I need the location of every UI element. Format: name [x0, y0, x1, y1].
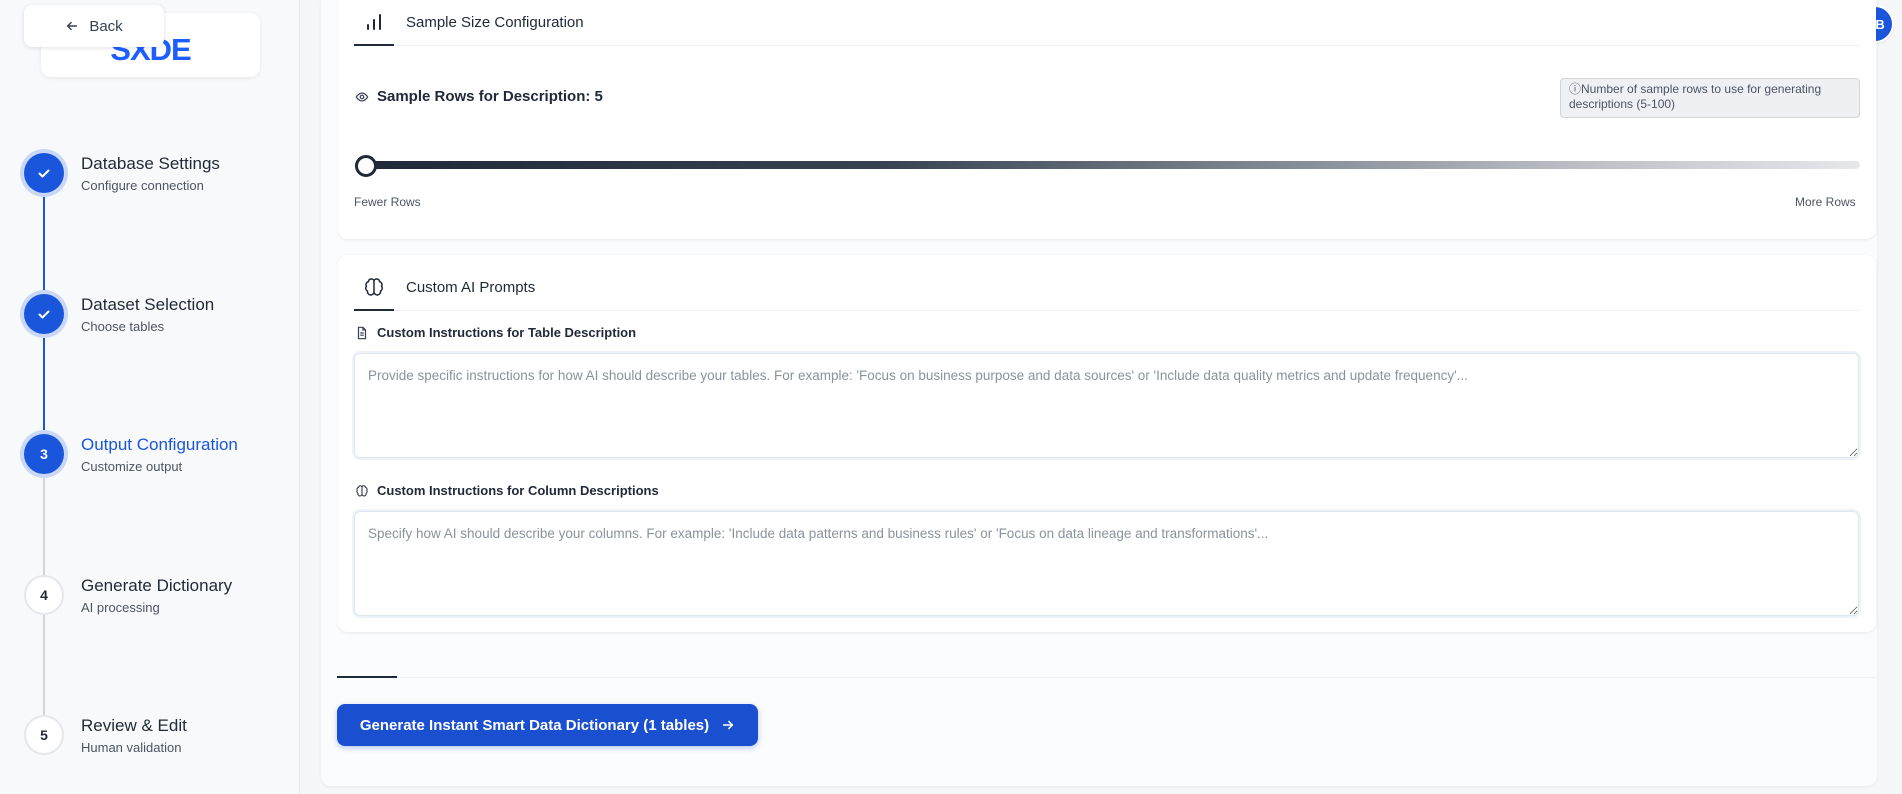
step-connector	[43, 475, 45, 575]
column-instructions-label: Custom Instructions for Column Descripti…	[377, 483, 659, 498]
hint-text: Number of sample rows to use for generat…	[1569, 82, 1822, 111]
card-title: Custom AI Prompts	[406, 279, 536, 296]
step-circle: 4	[24, 575, 64, 615]
sample-rows-label-row: Sample Rows for Description: 5	[355, 88, 603, 105]
sample-rows-slider-track[interactable]	[355, 161, 1860, 169]
step-generate-dictionary[interactable]: 4 Generate Dictionary AI processing	[24, 575, 232, 615]
bar-chart-icon	[354, 0, 394, 46]
check-icon	[38, 310, 50, 319]
info-icon: ⓘ	[1569, 82, 1582, 96]
step-subtitle: AI processing	[81, 600, 160, 615]
brain-icon	[354, 265, 394, 311]
table-instructions-label-row: Custom Instructions for Table Descriptio…	[355, 325, 636, 340]
sample-rows-slider-thumb[interactable]	[355, 155, 377, 177]
generate-button-label: Generate Instant Smart Data Dictionary (…	[359, 716, 710, 734]
step-title: Output Configuration	[81, 435, 238, 454]
custom-prompts-header: Custom AI Prompts	[354, 265, 1860, 311]
step-subtitle: Choose tables	[81, 319, 165, 334]
sidebar: SXDE Back Database Settings Configure co…	[0, 0, 300, 794]
sample-size-card: Sample Size Configuration	[338, 0, 1876, 239]
back-label: Back	[89, 17, 123, 35]
step-database-settings[interactable]: Database Settings Configure connection	[24, 153, 220, 193]
step-connector	[43, 334, 45, 434]
column-instructions-label-row: Custom Instructions for Column Descripti…	[355, 483, 659, 498]
step-dataset-selection[interactable]: Dataset Selection Choose tables	[24, 294, 214, 334]
step-circle: 5	[24, 715, 64, 755]
section-divider-accent	[337, 676, 397, 678]
generate-dictionary-button[interactable]: Generate Instant Smart Data Dictionary (…	[337, 704, 758, 746]
step-circle	[24, 294, 64, 334]
column-instructions-input[interactable]	[354, 511, 1859, 616]
card-title: Sample Size Configuration	[406, 14, 584, 31]
step-circle	[24, 153, 64, 193]
sample-rows-hint: ⓘNumber of sample rows to use for genera…	[1560, 78, 1860, 118]
sample-size-header: Sample Size Configuration	[354, 0, 1860, 46]
table-instructions-label: Custom Instructions for Table Descriptio…	[377, 325, 637, 340]
step-subtitle: Human validation	[81, 740, 182, 755]
step-connector	[43, 193, 45, 293]
step-circle: 3	[24, 434, 64, 474]
step-title: Review & Edit	[81, 716, 187, 735]
step-review-edit[interactable]: 5 Review & Edit Human validation	[24, 715, 187, 755]
step-title: Database Settings	[81, 154, 220, 173]
step-title: Dataset Selection	[81, 295, 215, 314]
step-subtitle: Customize output	[81, 459, 183, 474]
step-output-configuration[interactable]: 3 Output Configuration Customize output	[24, 434, 238, 474]
document-icon	[357, 326, 367, 339]
step-connector	[43, 615, 45, 715]
eye-icon	[355, 91, 369, 102]
slider-min-label: Fewer Rows	[354, 195, 421, 209]
step-subtitle: Configure connection	[81, 178, 204, 193]
arrow-right-icon	[722, 720, 734, 730]
table-instructions-input[interactable]	[354, 353, 1859, 458]
step-title: Generate Dictionary	[81, 576, 233, 595]
arrow-left-icon	[67, 21, 78, 31]
sample-rows-label: Sample Rows for Description: 5	[377, 88, 603, 105]
slider-max-label: More Rows	[1795, 195, 1856, 209]
back-button[interactable]: Back	[24, 5, 164, 47]
check-icon	[38, 169, 50, 178]
section-divider	[337, 677, 1876, 678]
brain-icon	[356, 484, 368, 496]
